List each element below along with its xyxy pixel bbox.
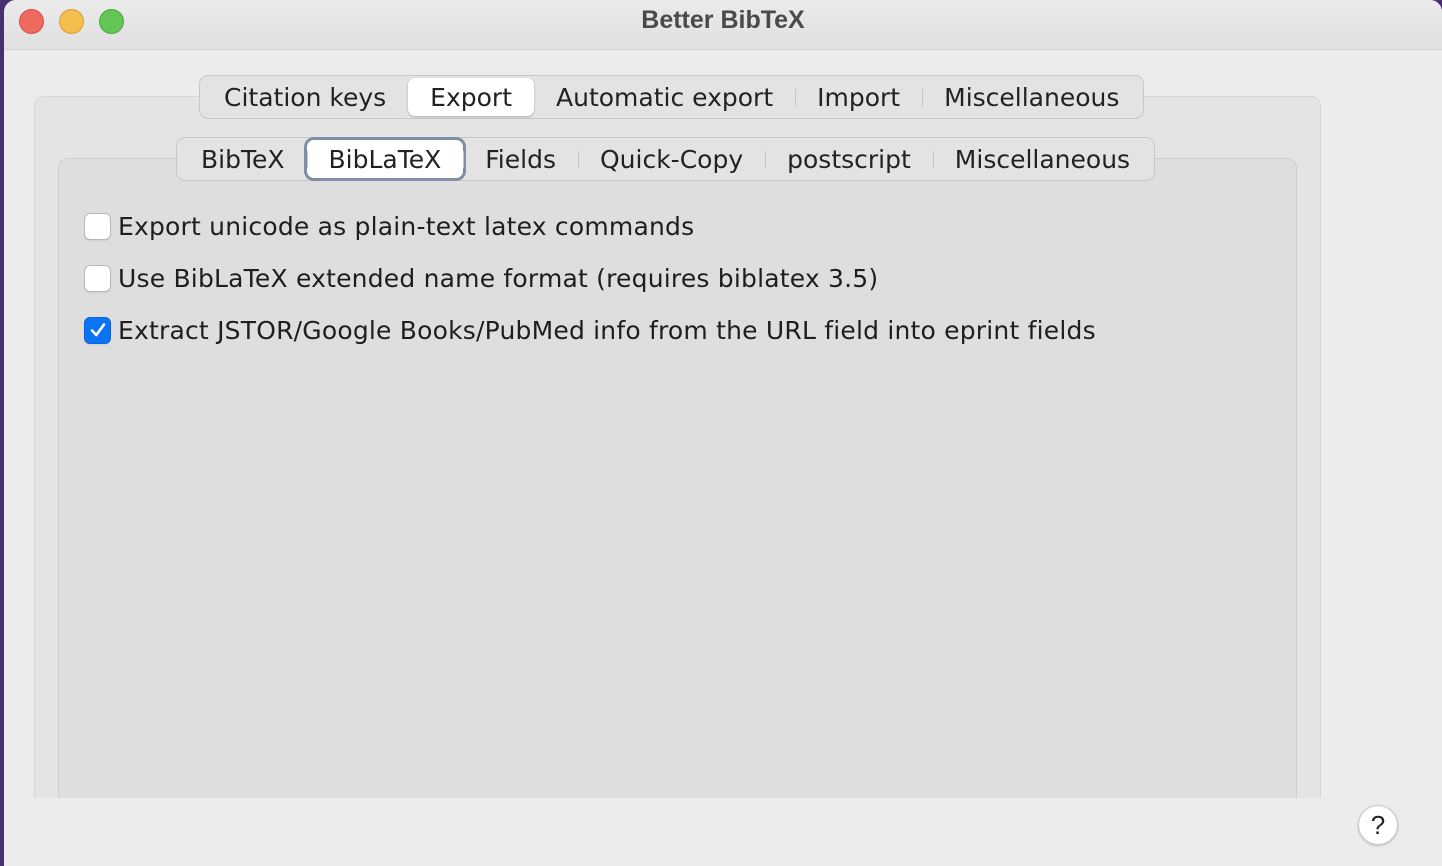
tab-miscellaneous[interactable]: Miscellaneous — [922, 78, 1141, 116]
option-label: Extract JSTOR/Google Books/PubMed info f… — [118, 315, 1096, 345]
biblatex-options-list: Export unicode as plain-text latex comma… — [84, 208, 1096, 364]
title-bar: Better BibTeX — [4, 0, 1442, 50]
tab-automatic-export[interactable]: Automatic export — [534, 78, 795, 116]
tab-export[interactable]: Export — [408, 78, 534, 116]
help-button[interactable]: ? — [1358, 805, 1398, 845]
subtab-fields[interactable]: Fields — [463, 140, 578, 178]
option-label: Use BibLaTeX extended name format (requi… — [118, 263, 879, 293]
top-tab-bar: Citation keys Export Automatic export Im… — [199, 75, 1145, 119]
tab-import[interactable]: Import — [795, 78, 922, 116]
export-unicode-checkbox[interactable] — [84, 212, 111, 240]
subtab-postscript[interactable]: postscript — [765, 140, 933, 178]
window-title: Better BibTeX — [641, 6, 805, 34]
subtab-biblatex[interactable]: BibLaTeX — [306, 140, 464, 178]
option-export-unicode[interactable]: Export unicode as plain-text latex comma… — [84, 208, 1096, 244]
extended-name-format-checkbox[interactable] — [84, 264, 111, 292]
option-extended-name-format[interactable]: Use BibLaTeX extended name format (requi… — [84, 260, 1096, 296]
subtab-quick-copy[interactable]: Quick-Copy — [577, 140, 765, 178]
subtab-bibtex[interactable]: BibTeX — [179, 140, 307, 178]
extract-eprint-checkbox[interactable] — [84, 316, 111, 344]
subtab-miscellaneous[interactable]: Miscellaneous — [932, 140, 1152, 178]
option-extract-eprint[interactable]: Extract JSTOR/Google Books/PubMed info f… — [84, 312, 1096, 348]
option-label: Export unicode as plain-text latex comma… — [118, 211, 695, 241]
checkmark-icon — [90, 323, 105, 337]
tab-citation-keys[interactable]: Citation keys — [202, 78, 408, 116]
export-subtab-bar: BibTeX BibLaTeX Fields Quick-Copy postsc… — [176, 137, 1156, 181]
